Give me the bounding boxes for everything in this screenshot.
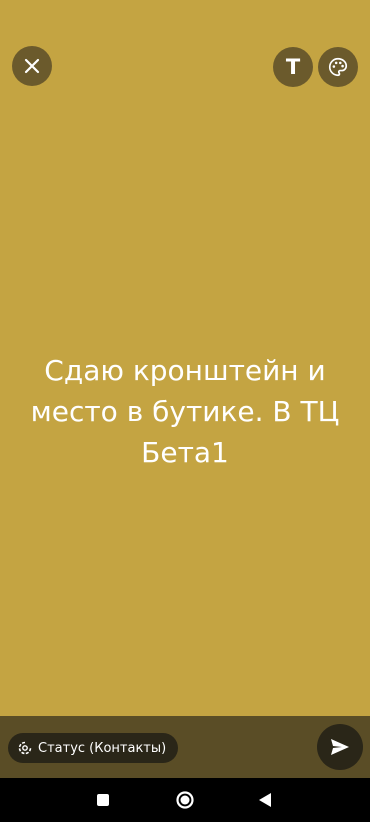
status-ring-icon <box>18 741 32 755</box>
status-audience-label: Статус (Контакты) <box>38 740 167 756</box>
color-palette-button[interactable] <box>318 47 358 87</box>
home-icon <box>176 791 194 809</box>
status-audience-chip[interactable]: Статус (Контакты) <box>8 733 179 763</box>
status-editor-screen: T Сдаю кронштейн и место в бутике. В ТЦ … <box>0 0 370 822</box>
close-icon <box>24 58 40 74</box>
text-tool-button[interactable]: T <box>273 47 313 87</box>
back-icon <box>259 793 271 807</box>
system-navigation-bar <box>0 778 370 822</box>
status-text[interactable]: Сдаю кронштейн и место в бутике. В ТЦ Бе… <box>20 350 350 473</box>
recents-button[interactable] <box>81 778 125 822</box>
palette-icon <box>329 57 348 77</box>
text-tool-label: T <box>285 54 301 79</box>
recents-icon <box>97 794 109 806</box>
back-button[interactable] <box>243 778 287 822</box>
send-button[interactable] <box>317 724 363 770</box>
home-button[interactable] <box>163 778 207 822</box>
send-icon <box>331 739 349 755</box>
close-button[interactable] <box>12 46 52 86</box>
